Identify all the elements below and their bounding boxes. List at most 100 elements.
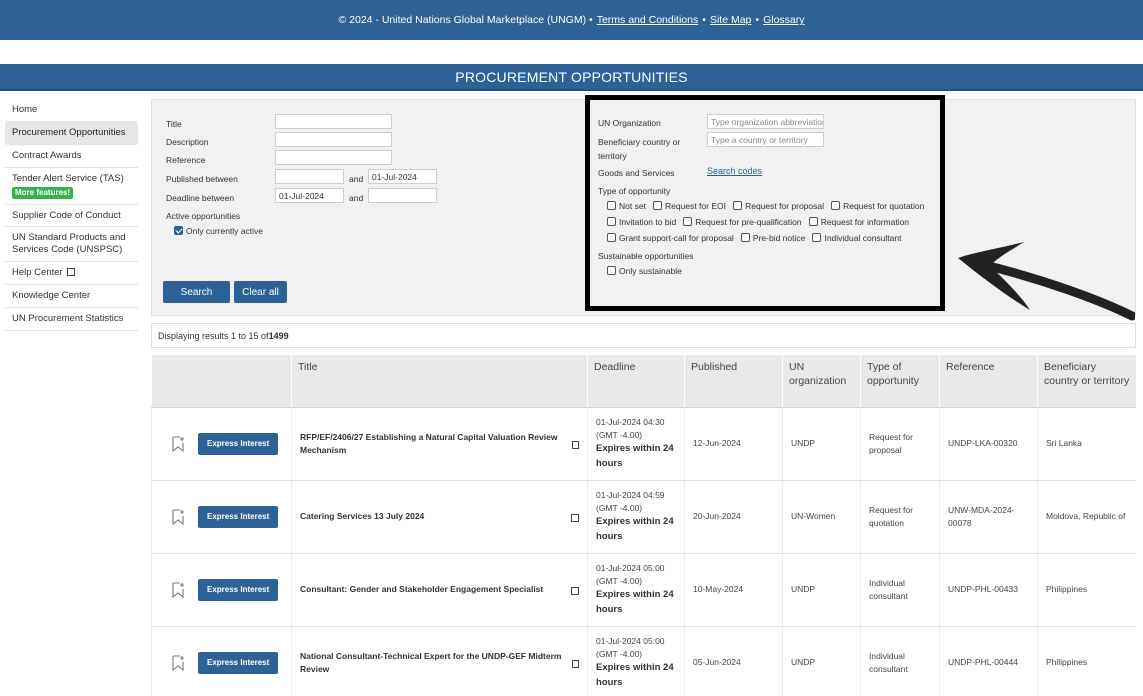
published-cell: 10-May-2024 bbox=[684, 554, 782, 626]
title-cell[interactable]: National Consultant-Technical Expert for… bbox=[291, 627, 587, 696]
sidebar-item-help-center[interactable]: Help Center bbox=[5, 262, 138, 285]
sidebar-item-label: UN Procurement Statistics bbox=[12, 312, 124, 324]
beneficiary-input[interactable]: Type a country or territory bbox=[707, 132, 824, 147]
title-input[interactable] bbox=[275, 114, 392, 129]
opportunity-title[interactable]: RFP/EF/2406/27 Establishing a Natural Ca… bbox=[300, 431, 568, 457]
bookmark-icon[interactable] bbox=[172, 655, 184, 671]
opportunity-title[interactable]: Consultant: Gender and Stakeholder Engag… bbox=[300, 583, 543, 596]
type-label: Individual consultant bbox=[824, 233, 902, 243]
checkbox-icon bbox=[740, 233, 750, 242]
country-cell: Philippines bbox=[1037, 627, 1136, 696]
external-link-icon[interactable] bbox=[571, 587, 579, 595]
title-cell[interactable]: Consultant: Gender and Stakeholder Engag… bbox=[291, 554, 587, 626]
beneficiary-label-2: territory bbox=[598, 151, 627, 161]
org-cell: UNDP bbox=[782, 554, 860, 626]
reference-cell: UNW-MDA-2024-00078 bbox=[939, 481, 1037, 553]
type-checkbox[interactable]: Request for quotation bbox=[831, 201, 924, 211]
type-checkbox[interactable]: Request for pre-qualification bbox=[683, 217, 802, 227]
sidebar-item-tas[interactable]: Tender Alert Service (TAS) More features! bbox=[5, 168, 138, 205]
express-interest-button[interactable]: Express Interest bbox=[198, 578, 279, 602]
description-input[interactable] bbox=[275, 132, 392, 147]
table-row[interactable]: Express Interest National Consultant-Tec… bbox=[151, 627, 1136, 696]
and-label: and bbox=[349, 193, 364, 203]
type-checkbox[interactable]: Pre-bid notice bbox=[740, 233, 806, 243]
title-cell[interactable]: Catering Services 13 July 2024 bbox=[291, 481, 587, 553]
type-label: Pre-bid notice bbox=[752, 233, 806, 243]
deadline-label: Deadline between bbox=[166, 193, 235, 203]
search-codes-link[interactable]: Search codes bbox=[707, 166, 762, 176]
sustainable-label: Sustainable opportunities bbox=[598, 251, 694, 261]
search-button[interactable]: Search bbox=[163, 281, 230, 303]
header-deadline[interactable]: Deadline bbox=[587, 355, 684, 407]
deadline-tz: (GMT -4.00) bbox=[596, 503, 643, 514]
sidebar-item-procurement[interactable]: Procurement Opportunities bbox=[5, 121, 138, 145]
type-checkbox[interactable]: Invitation to bid bbox=[607, 217, 676, 227]
opportunity-types-row: Grant support-call for proposal Pre-bid … bbox=[607, 233, 901, 243]
type-checkbox[interactable]: Request for EOI bbox=[653, 201, 726, 211]
sidebar-item-code-of-conduct[interactable]: Supplier Code of Conduct bbox=[5, 205, 138, 228]
checkbox-icon bbox=[812, 233, 822, 242]
header-type[interactable]: Type of opportunity bbox=[860, 355, 939, 407]
published-cell: 20-Jun-2024 bbox=[684, 481, 782, 553]
un-org-label: UN Organization bbox=[598, 118, 661, 128]
checkbox-icon bbox=[607, 266, 616, 275]
bookmark-icon[interactable] bbox=[172, 509, 184, 525]
sidebar-item-contract-awards[interactable]: Contract Awards bbox=[5, 145, 138, 168]
sidebar-item-unspsc[interactable]: UN Standard Products and Services Code (… bbox=[5, 227, 138, 263]
express-interest-button[interactable]: Express Interest bbox=[198, 432, 279, 456]
external-link-icon[interactable] bbox=[571, 514, 579, 522]
table-header: Title Deadline Published UN organization… bbox=[151, 355, 1136, 408]
deadline-cell: 01-Jul-2024 04:59 (GMT -4.00) Expires with… bbox=[587, 481, 684, 553]
type-checkbox[interactable]: Request for information bbox=[808, 217, 909, 227]
type-checkbox[interactable]: Grant support-call for proposal bbox=[607, 233, 734, 243]
bookmark-icon[interactable] bbox=[172, 582, 184, 598]
type-checkbox[interactable]: Not set bbox=[607, 201, 646, 211]
clear-all-button[interactable]: Clear all bbox=[234, 281, 287, 303]
express-interest-button[interactable]: Express Interest bbox=[198, 505, 279, 529]
title-cell[interactable]: RFP/EF/2406/27 Establishing a Natural Ca… bbox=[291, 408, 587, 480]
header-country[interactable]: Beneficiary country or territory bbox=[1037, 355, 1136, 407]
reference-input[interactable] bbox=[275, 150, 392, 165]
deadline-cell: 01-Jul-2024 05:00 (GMT -4.00) Expires with… bbox=[587, 554, 684, 626]
bookmark-icon[interactable] bbox=[172, 436, 184, 452]
header-reference[interactable]: Reference bbox=[939, 355, 1037, 407]
external-link-icon[interactable] bbox=[571, 660, 579, 668]
only-sustainable-checkbox[interactable]: Only sustainable bbox=[607, 266, 682, 276]
type-checkbox[interactable]: Request for proposal bbox=[733, 201, 824, 211]
deadline-from-input[interactable]: 01-Jul-2024 bbox=[275, 188, 344, 203]
sidebar-item-label: UN Standard Products and Services Code (… bbox=[12, 232, 126, 256]
actions-cell: Express Interest bbox=[151, 408, 291, 480]
type-checkbox[interactable]: Individual consultant bbox=[812, 233, 901, 243]
glossary-link[interactable]: Glossary bbox=[763, 14, 804, 26]
deadline-date: 01-Jul-2024 04:30 bbox=[596, 417, 665, 428]
sidebar-item-home[interactable]: Home bbox=[5, 99, 138, 122]
un-org-input[interactable]: Type organization abbreviation bbox=[707, 114, 824, 129]
separator: • bbox=[702, 14, 706, 26]
actions-cell: Express Interest bbox=[151, 627, 291, 696]
checkbox-icon bbox=[683, 217, 693, 226]
opportunity-title[interactable]: National Consultant-Technical Expert for… bbox=[300, 650, 568, 676]
only-active-checkbox[interactable]: Only currently active bbox=[174, 226, 263, 236]
deadline-date: 01-Jul-2024 05:00 bbox=[596, 563, 665, 574]
sitemap-link[interactable]: Site Map bbox=[710, 14, 751, 26]
published-to-input[interactable]: 01-Jul-2024 bbox=[368, 169, 437, 184]
header-title[interactable]: Title bbox=[291, 355, 587, 407]
sidebar-item-label: Tender Alert Service (TAS) bbox=[12, 172, 124, 184]
table-row[interactable]: Express Interest Catering Services 13 Ju… bbox=[151, 481, 1136, 554]
sidebar-item-statistics[interactable]: UN Procurement Statistics bbox=[5, 308, 138, 331]
external-link-icon[interactable] bbox=[571, 441, 579, 449]
country-cell: Moldova, Republic of bbox=[1037, 481, 1136, 553]
deadline-to-input[interactable] bbox=[368, 188, 437, 203]
type-label: Request for EOI bbox=[665, 201, 726, 211]
opportunity-types-row: Not set Request for EOI Request for prop… bbox=[607, 201, 924, 211]
published-from-input[interactable] bbox=[275, 169, 344, 184]
sidebar-item-knowledge-center[interactable]: Knowledge Center bbox=[5, 285, 138, 308]
header-published[interactable]: Published bbox=[684, 355, 782, 407]
header-un-org[interactable]: UN organization bbox=[782, 355, 860, 407]
table-row[interactable]: Express Interest RFP/EF/2406/27 Establis… bbox=[151, 408, 1136, 481]
opportunity-title[interactable]: Catering Services 13 July 2024 bbox=[300, 510, 424, 523]
express-interest-button[interactable]: Express Interest bbox=[198, 651, 279, 675]
terms-link[interactable]: Terms and Conditions bbox=[597, 14, 699, 26]
page-title: PROCUREMENT OPPORTUNITIES bbox=[0, 64, 1143, 91]
table-row[interactable]: Express Interest Consultant: Gender and … bbox=[151, 554, 1136, 627]
